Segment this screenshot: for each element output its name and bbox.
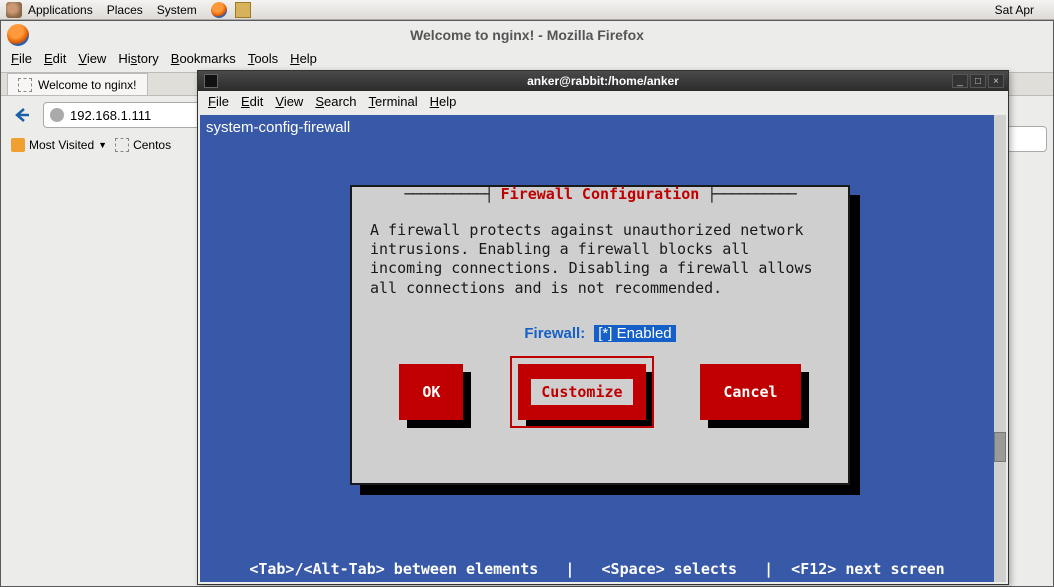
term-menu-search[interactable]: Search	[315, 94, 356, 109]
firewall-config-dialog: ──────────┤ Firewall Configuration ├────…	[350, 185, 850, 485]
ff-menu-file[interactable]: File	[11, 51, 32, 66]
firewall-label: Firewall:	[524, 325, 585, 342]
ff-menu-bookmarks[interactable]: Bookmarks	[171, 51, 236, 66]
tui-dialog-title: Firewall Configuration	[493, 185, 708, 203]
terminal-body[interactable]: system-config-firewall ──────────┤ Firew…	[200, 115, 1006, 582]
term-menu-terminal[interactable]: Terminal	[369, 94, 418, 109]
customize-button-label: Customize	[529, 377, 634, 407]
term-menu-file[interactable]: File	[208, 94, 229, 109]
firewall-toggle-row: Firewall: [*] Enabled	[352, 324, 848, 342]
terminal-scrollbar[interactable]	[994, 115, 1006, 582]
tui-border: ├──────────	[707, 185, 795, 203]
tab-favicon	[18, 78, 32, 92]
term-menu-help[interactable]: Help	[430, 94, 457, 109]
ff-menu-history[interactable]: History	[118, 51, 158, 66]
customize-button[interactable]: Customize	[518, 364, 645, 420]
close-button[interactable]: ×	[988, 74, 1004, 88]
ff-menu-view[interactable]: View	[78, 51, 106, 66]
maximize-button[interactable]: □	[970, 74, 986, 88]
most-visited-button[interactable]: Most Visited ▼	[11, 138, 107, 152]
terminal-titlebar[interactable]: anker@rabbit:/home/anker _ □ ×	[198, 71, 1008, 91]
package-manager-icon[interactable]	[235, 2, 251, 18]
minimize-button[interactable]: _	[952, 74, 968, 88]
centos-label: Centos	[133, 138, 171, 152]
foot-menu-icon[interactable]	[6, 2, 22, 18]
bookmark-folder-icon	[11, 138, 25, 152]
firefox-icon	[7, 24, 29, 46]
firewall-enabled-checkbox[interactable]: [*] Enabled	[594, 325, 675, 342]
back-button[interactable]	[9, 102, 35, 128]
tab-label: Welcome to nginx!	[38, 78, 137, 92]
cancel-button[interactable]: Cancel	[700, 364, 800, 420]
system-menu[interactable]: System	[157, 3, 197, 17]
places-menu[interactable]: Places	[107, 3, 143, 17]
tui-border: ──────────┤	[404, 185, 492, 203]
terminal-title: anker@rabbit:/home/anker	[198, 74, 1008, 88]
bookmark-favicon	[115, 138, 129, 152]
cancel-button-label: Cancel	[711, 377, 789, 407]
ff-menu-tools[interactable]: Tools	[248, 51, 278, 66]
terminal-scroll-thumb[interactable]	[994, 432, 1006, 462]
chevron-down-icon: ▼	[98, 140, 107, 150]
applications-menu[interactable]: Applications	[28, 3, 93, 17]
firefox-launcher-icon[interactable]	[211, 2, 227, 18]
terminal-menubar: File Edit View Search Terminal Help	[198, 91, 1008, 112]
firefox-tab[interactable]: Welcome to nginx!	[7, 73, 148, 95]
ff-menu-help[interactable]: Help	[290, 51, 317, 66]
firefox-menubar: File Edit View History Bookmarks Tools H…	[1, 49, 1053, 72]
clock[interactable]: Sat Apr	[995, 3, 1034, 17]
ok-button-label: OK	[410, 377, 452, 407]
tui-dialog-body: A firewall protects against unauthorized…	[352, 203, 848, 306]
globe-icon	[50, 108, 64, 122]
firefox-window-title: Welcome to nginx! - Mozilla Firefox	[1, 21, 1053, 49]
terminal-command-line: system-config-firewall	[200, 115, 1006, 140]
ff-menu-edit[interactable]: Edit	[44, 51, 66, 66]
term-menu-edit[interactable]: Edit	[241, 94, 263, 109]
centos-bookmark[interactable]: Centos	[115, 138, 171, 152]
tui-help-footer: <Tab>/<Alt-Tab> between elements | <Spac…	[200, 560, 994, 578]
url-text: 192.168.1.111	[70, 108, 151, 123]
most-visited-label: Most Visited	[29, 138, 94, 152]
tui-button-row: OK Customize Cancel	[352, 364, 848, 420]
term-menu-view[interactable]: View	[275, 94, 303, 109]
gnome-top-panel: Applications Places System Sat Apr	[0, 0, 1054, 20]
arrow-left-icon	[13, 106, 31, 124]
terminal-window: anker@rabbit:/home/anker _ □ × File Edit…	[197, 70, 1009, 585]
ok-button[interactable]: OK	[399, 364, 463, 420]
